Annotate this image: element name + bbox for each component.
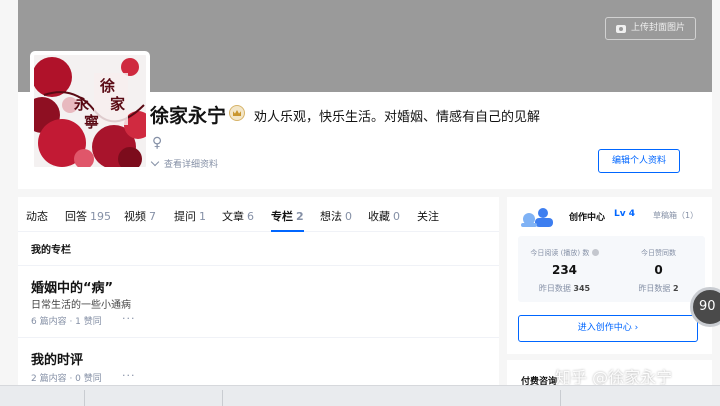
avatar[interactable]: 徐 家 永 寧 [30, 51, 150, 171]
profile-tabs: 动态 回答 195 视频 7 提问 1 文章 6 专栏 2 想法 0 收藏 0 关注 [18, 197, 499, 232]
creator-level: Lv 4 [614, 209, 635, 219]
upload-cover-label: 上传封面图片 [630, 23, 685, 33]
stat-value: 234 [551, 263, 578, 277]
profile-content-card: 动态 回答 195 视频 7 提问 1 文章 6 专栏 2 想法 0 收藏 0 关注 我的专栏… [18, 197, 499, 387]
profile-name: 徐家永宁 [150, 105, 227, 127]
edit-profile-button[interactable]: 编辑个人资料 [598, 149, 680, 173]
tab-activity[interactable]: 动态 [26, 208, 51, 232]
stat-sub-label: 昨日数据 [538, 284, 571, 293]
creator-stats: 今日阅读 (播放) 数 234 昨日数据 345 今日赞同数 0 昨日数据 2 [518, 236, 705, 302]
avatar-char-4: 寧 [84, 113, 99, 131]
stat-label: 今日阅读 (播放) 数 [530, 249, 590, 257]
tab-thoughts[interactable]: 想法 0 [320, 208, 352, 232]
profile-headline: 劝人乐观，快乐生活。对婚姻、情感有自己的见解 [254, 110, 541, 125]
tab-articles[interactable]: 文章 6 [222, 208, 254, 232]
tab-favorites[interactable]: 收藏 0 [368, 208, 400, 232]
column-title[interactable]: 我的时评 [31, 349, 83, 368]
column-description: 日常生活的一些小通病 [31, 300, 131, 311]
female-gender-icon: ♀ [152, 135, 163, 151]
more-icon[interactable]: ··· [122, 369, 136, 382]
divider [18, 265, 499, 266]
stat-value: 0 [654, 263, 663, 277]
avatar-char-1: 徐 [99, 77, 115, 95]
tab-answers[interactable]: 回答 195 [65, 208, 111, 232]
avatar-artwork: 徐 家 永 寧 [34, 55, 146, 167]
view-details-link[interactable]: 查看详细资料 [150, 157, 219, 170]
creator-center-card: 创作中心 Lv 4 草稿箱（1） 今日阅读 (播放) 数 234 昨日数据 34… [507, 197, 712, 354]
column-meta: 6 篇内容 · 1 赞同 [31, 317, 102, 327]
avatar-char-3: 永 [73, 95, 90, 113]
taskbar-divider [222, 390, 223, 406]
upload-cover-button[interactable]: 上传封面图片 [604, 17, 696, 40]
chevron-down-icon [150, 157, 160, 167]
section-title: 我的专栏 [31, 245, 71, 256]
enter-creator-center-button[interactable]: 进入创作中心 › [518, 315, 698, 342]
stat-sub-label: 昨日数据 [638, 284, 671, 293]
avatar-char-2: 家 [110, 95, 125, 113]
drafts-link[interactable]: 草稿箱（1） [653, 210, 698, 221]
column-title[interactable]: 婚姻中的“病” [31, 277, 113, 296]
taskbar [0, 385, 720, 406]
taskbar-divider [84, 390, 85, 406]
column-meta: 2 篇内容 · 0 赞同 [31, 374, 102, 384]
camera-icon [615, 24, 626, 33]
tab-following[interactable]: 关注 [417, 208, 442, 232]
more-icon[interactable]: ··· [122, 312, 136, 325]
info-icon[interactable] [591, 249, 599, 256]
stat-sub-value: 2 [672, 284, 679, 293]
view-details-label: 查看详细资料 [164, 160, 219, 170]
tab-columns[interactable]: 专栏 2 [271, 208, 304, 232]
stat-label: 今日赞同数 [641, 249, 676, 257]
tab-videos[interactable]: 视频 7 [124, 208, 156, 232]
tab-questions[interactable]: 提问 1 [174, 208, 206, 232]
divider [18, 337, 499, 338]
stat-sub-value: 345 [573, 284, 591, 293]
taskbar-divider [560, 390, 561, 406]
creator-illustration-icon [521, 208, 553, 227]
creator-center-title: 创作中心 [569, 213, 606, 223]
crown-badge-icon[interactable] [229, 105, 245, 121]
